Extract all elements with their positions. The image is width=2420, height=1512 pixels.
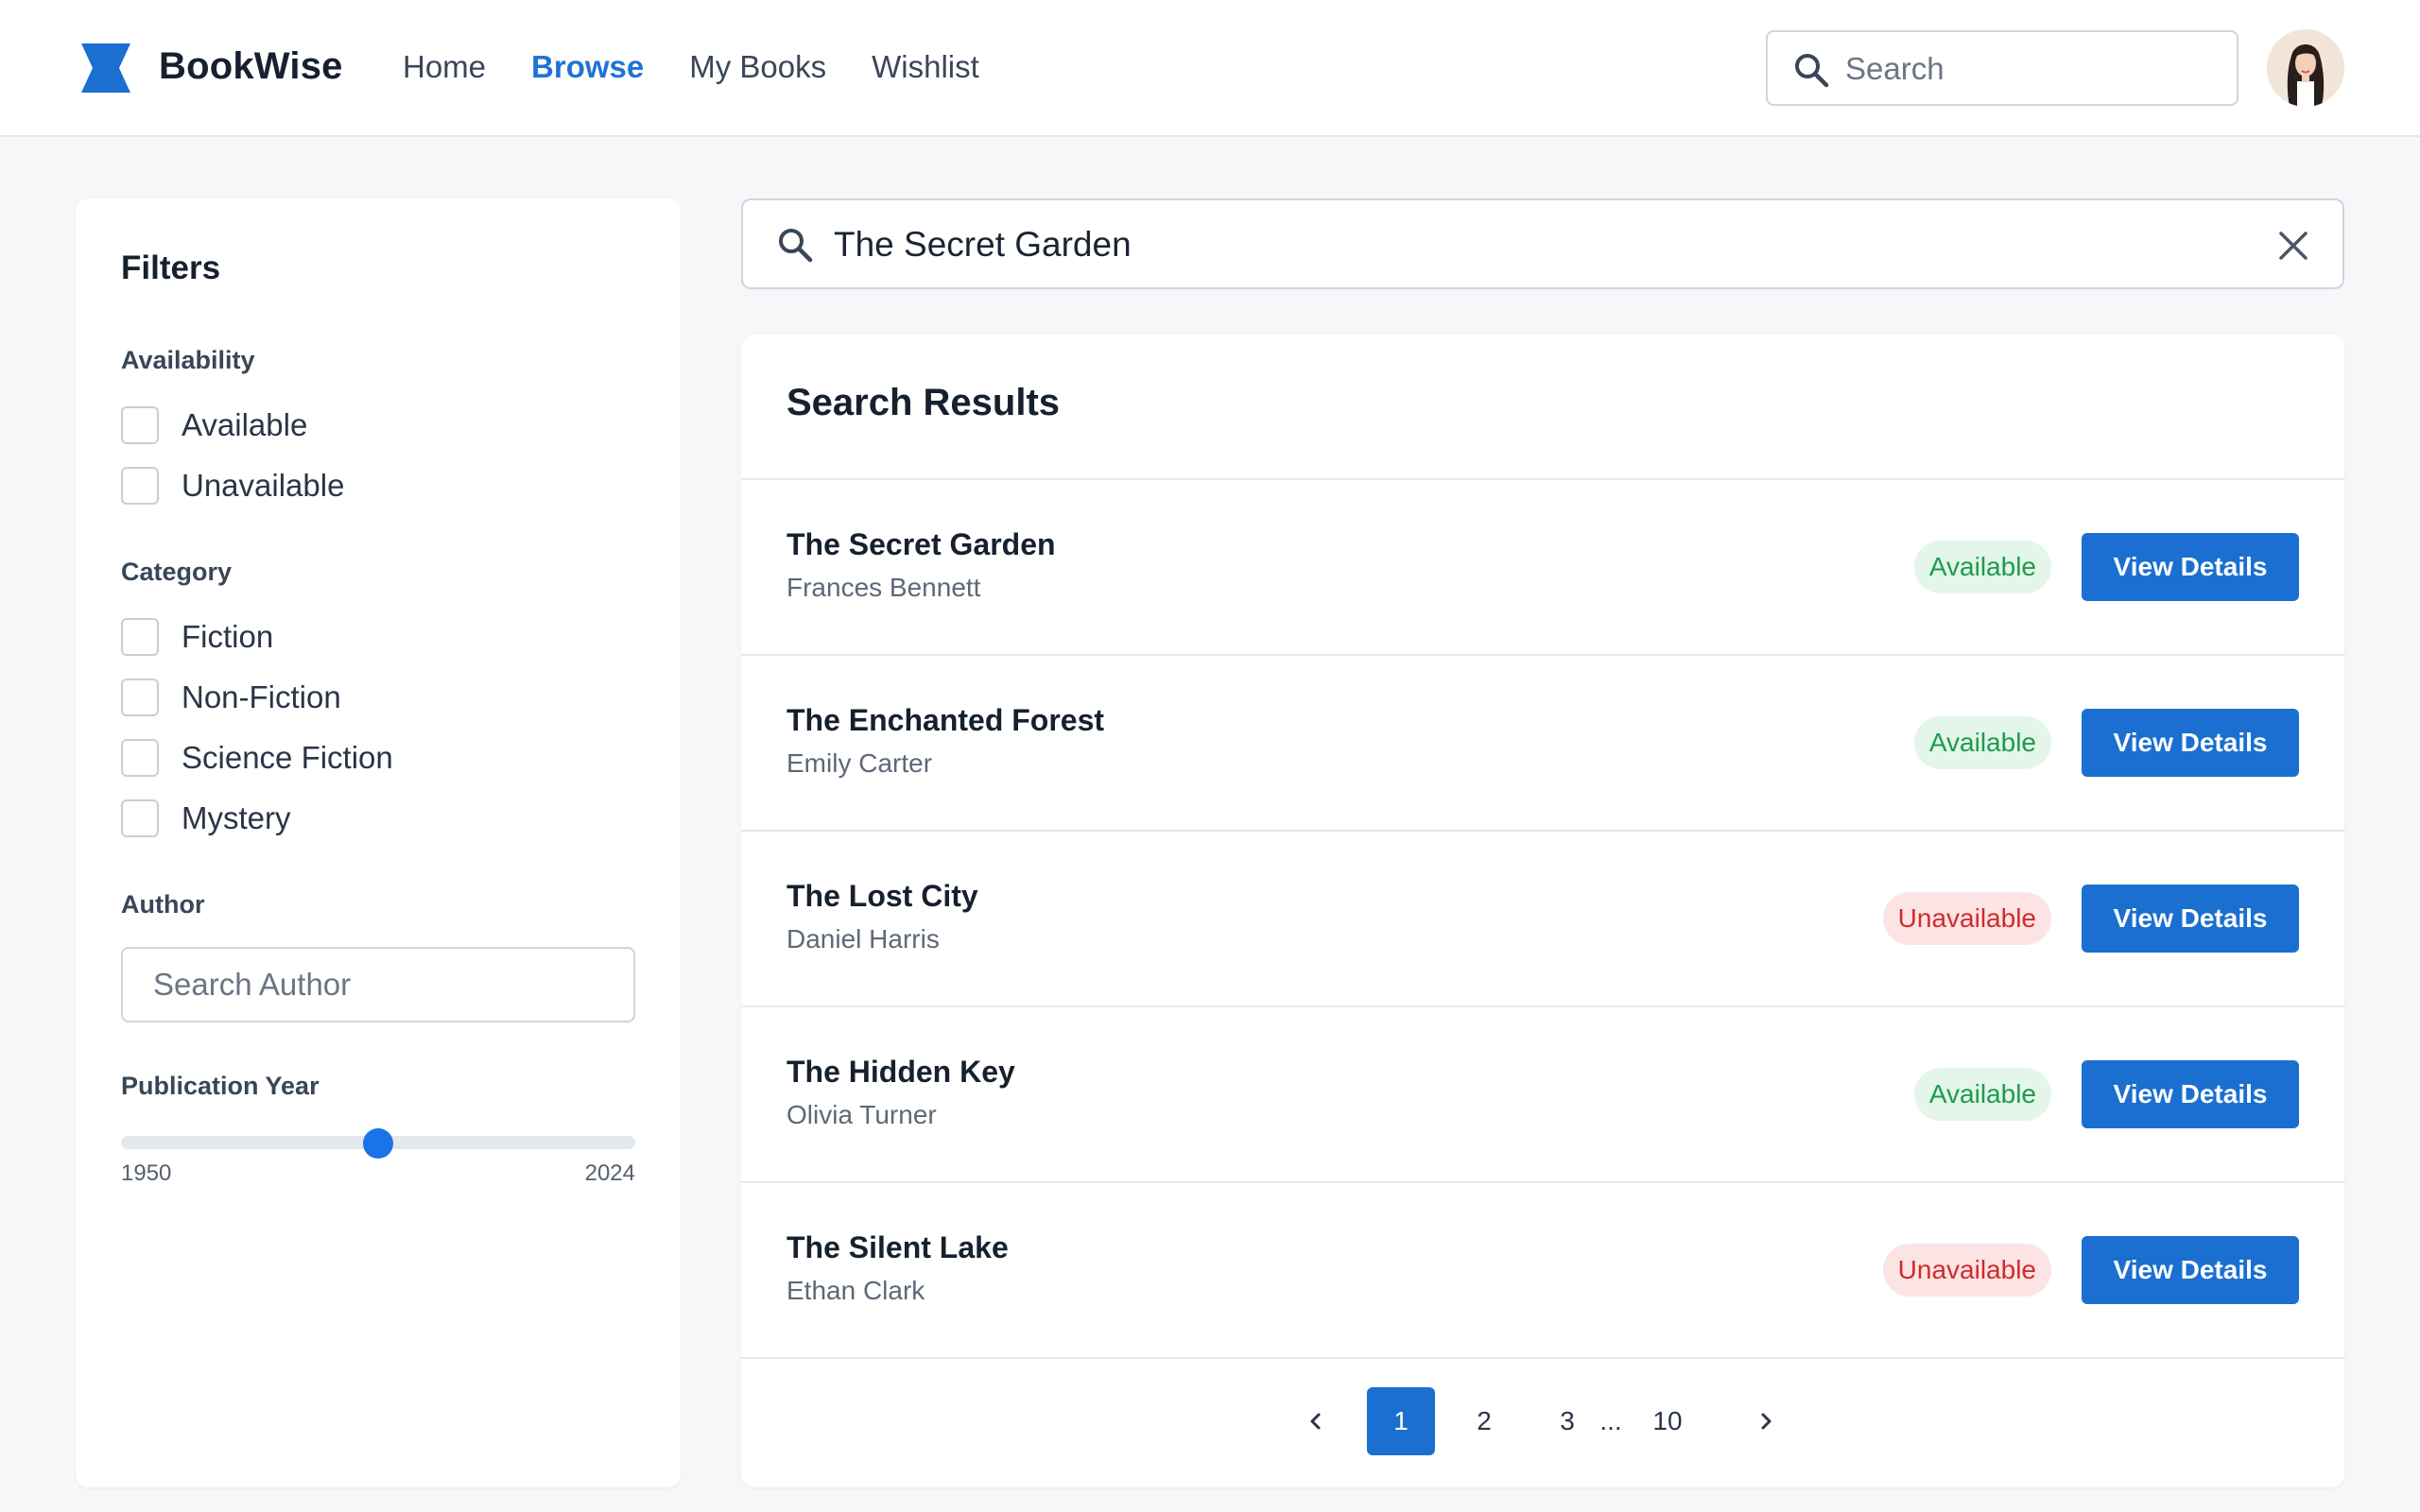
- checkbox-fiction[interactable]: [121, 618, 159, 656]
- filter-science-fiction-label: Science Fiction: [182, 740, 393, 775]
- book-author: Emily Carter: [786, 748, 933, 778]
- book-title[interactable]: The Secret Garden: [786, 527, 1056, 562]
- result-row: The Silent Lake Ethan Clark Unavailable …: [741, 1183, 2344, 1359]
- filter-mystery[interactable]: Mystery: [121, 799, 291, 837]
- close-icon[interactable]: [2276, 229, 2310, 263]
- book-author: Ethan Clark: [786, 1276, 925, 1305]
- search-icon: [779, 229, 813, 263]
- view-details-button[interactable]: View Details: [2082, 533, 2299, 601]
- filter-fiction[interactable]: Fiction: [121, 618, 273, 656]
- result-row: The Hidden Key Olivia Turner Available V…: [741, 1007, 2344, 1183]
- book-title[interactable]: The Enchanted Forest: [786, 703, 1104, 738]
- user-avatar[interactable]: [2267, 29, 2344, 107]
- main-search-box: [741, 198, 2344, 289]
- chevron-right-icon: [1761, 1413, 1772, 1430]
- checkbox-science-fiction[interactable]: [121, 739, 159, 777]
- result-row: The Secret Garden Frances Bennett Availa…: [741, 480, 2344, 656]
- status-badge: Available: [1913, 541, 2051, 593]
- view-details-button[interactable]: View Details: [2082, 885, 2299, 953]
- main-nav: Home Browse My Books Wishlist: [403, 49, 1025, 85]
- search-results-card: Search Results The Secret Garden Frances…: [741, 335, 2344, 1487]
- checkbox-non-fiction[interactable]: [121, 679, 159, 716]
- book-author: Frances Bennett: [786, 573, 981, 602]
- view-details-button[interactable]: View Details: [2082, 709, 2299, 777]
- results-title: Search Results: [786, 382, 1061, 423]
- chevron-left-icon: [1310, 1413, 1321, 1430]
- book-title[interactable]: The Hidden Key: [786, 1055, 1015, 1090]
- page-2[interactable]: 2: [1450, 1387, 1518, 1455]
- filters-panel: Filters Availability Available Unavailab…: [76, 198, 681, 1487]
- nav-my-books[interactable]: My Books: [689, 49, 826, 85]
- nav-browse[interactable]: Browse: [531, 49, 644, 85]
- result-row: The Enchanted Forest Emily Carter Availa…: [741, 656, 2344, 832]
- filter-non-fiction[interactable]: Non-Fiction: [121, 679, 341, 716]
- year-slider-thumb[interactable]: [363, 1128, 393, 1159]
- checkbox-available[interactable]: [121, 406, 159, 444]
- author-heading: Author: [121, 890, 205, 919]
- book-title[interactable]: The Lost City: [786, 879, 978, 914]
- search-icon: [1795, 54, 1829, 88]
- status-badge: Unavailable: [1882, 892, 2051, 945]
- main-search-input[interactable]: [834, 221, 2233, 268]
- header-search-input[interactable]: [1845, 47, 2223, 91]
- filter-fiction-label: Fiction: [182, 619, 274, 654]
- book-title[interactable]: The Silent Lake: [786, 1230, 1009, 1265]
- pagination-ellipsis: ...: [1599, 1406, 1622, 1435]
- nav-home[interactable]: Home: [403, 49, 486, 85]
- nav-wishlist[interactable]: Wishlist: [872, 49, 979, 85]
- bookmark-logo-icon[interactable]: [81, 43, 130, 93]
- result-row: The Lost City Daniel Harris Unavailable …: [741, 832, 2344, 1007]
- view-details-button[interactable]: View Details: [2082, 1236, 2299, 1304]
- filter-non-fiction-label: Non-Fiction: [182, 679, 341, 714]
- book-author: Daniel Harris: [786, 924, 940, 954]
- author-search-input[interactable]: [121, 947, 635, 1022]
- filter-available-label: Available: [182, 407, 308, 442]
- avatar-portrait-icon: [2267, 29, 2344, 107]
- status-badge: Unavailable: [1882, 1244, 2051, 1297]
- top-navigation-bar: BookWise Home Browse My Books Wishlist: [0, 0, 2420, 137]
- filter-mystery-label: Mystery: [182, 800, 291, 835]
- checkbox-unavailable[interactable]: [121, 467, 159, 505]
- filter-unavailable-label: Unavailable: [182, 468, 345, 503]
- availability-heading: Availability: [121, 346, 255, 374]
- pagination: 1 2 3 ... 10: [741, 1387, 2344, 1455]
- pagination-next[interactable]: [1732, 1387, 1800, 1455]
- filters-title: Filters: [121, 249, 221, 286]
- pagination-prev[interactable]: [1282, 1387, 1350, 1455]
- book-author: Olivia Turner: [786, 1100, 937, 1129]
- brand-name[interactable]: BookWise: [159, 45, 343, 88]
- year-max-label: 2024: [584, 1160, 635, 1186]
- publication-year-heading: Publication Year: [121, 1072, 320, 1100]
- year-min-label: 1950: [121, 1160, 172, 1186]
- page-10[interactable]: 10: [1634, 1387, 1702, 1455]
- category-heading: Category: [121, 558, 233, 586]
- header-search-box: [1766, 30, 2238, 106]
- status-badge: Available: [1913, 1068, 2051, 1121]
- filter-unavailable[interactable]: Unavailable: [121, 467, 344, 505]
- filter-available[interactable]: Available: [121, 406, 307, 444]
- filter-science-fiction[interactable]: Science Fiction: [121, 739, 393, 777]
- view-details-button[interactable]: View Details: [2082, 1060, 2299, 1128]
- page-1[interactable]: 1: [1367, 1387, 1435, 1455]
- checkbox-mystery[interactable]: [121, 799, 159, 837]
- status-badge: Available: [1913, 716, 2051, 769]
